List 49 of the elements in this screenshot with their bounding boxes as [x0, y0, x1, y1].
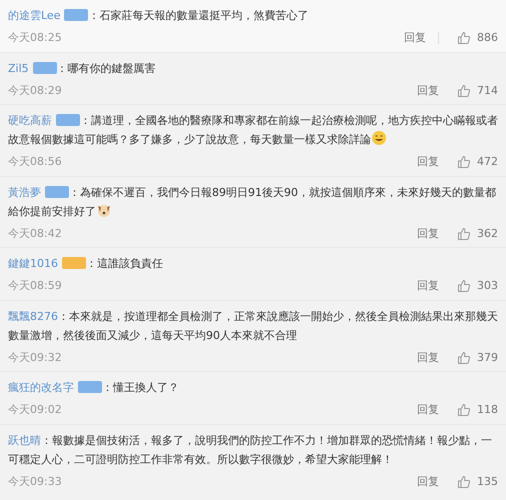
comment-text: 瘋狂的改名字 ：懂王換人了？: [8, 380, 180, 396]
user-name[interactable]: 瘋狂的改名字: [8, 381, 74, 394]
thumbs-up-icon: [457, 155, 471, 170]
comment-text: 的途雲Lee ：石家莊每天報的數量還挺平均，煞費苦心了: [8, 8, 310, 24]
timestamp: 今天09:32: [8, 350, 62, 366]
user-name[interactable]: 跃也晴: [8, 434, 41, 446]
comment-text: 硬吃高薪 ：講道理，全國各地的醫療隊和專家都在前線一起治療檢測呢，地方疾控中心瞞報或者故意報個數據這可能嗎？多了嫌多，少了說故意，每天數量一樣又求除詳論: [8, 113, 498, 148]
user-name[interactable]: 飄飄8276: [8, 310, 58, 322]
like-count: 886: [477, 30, 498, 46]
like-count: 118: [477, 402, 498, 418]
thumbs-up-icon: [457, 84, 471, 98]
like-count: 135: [477, 474, 498, 490]
comment-text: Zil5 ：哪有你的鍵盤厲害: [8, 60, 157, 76]
like-count: 362: [477, 226, 498, 242]
reply-link[interactable]: 回复: [417, 278, 439, 294]
reply-link[interactable]: 回复: [404, 30, 426, 46]
comment-text: 跃也晴：報數據是個技術活，報多了，說明我們的防控工作不力！增加群眾的恐慌情緒！報少點，一可穩定人心，二可證明防控工作非常有效。所以數字很微妙，希望大家能理解！: [8, 432, 493, 468]
thumbs-up-icon: [457, 474, 471, 489]
like-count: 472: [477, 154, 498, 170]
like-count: 303: [477, 278, 498, 294]
user-name[interactable]: Zil5: [8, 62, 29, 74]
grinning-emoji-icon: [371, 130, 387, 146]
timestamp: 今天08:59: [8, 278, 62, 294]
reply-link[interactable]: 回复: [417, 154, 439, 170]
user-name[interactable]: 硬吃高薪: [8, 114, 52, 127]
user-name[interactable]: 黃浩夢: [8, 186, 41, 198]
like-count: 714: [477, 82, 498, 98]
timestamp: 今天09:02: [8, 402, 62, 418]
thumbs-up-icon: [457, 350, 471, 365]
user-name[interactable]: 的途雲Lee: [8, 9, 60, 22]
timestamp: 今天08:25: [8, 30, 62, 46]
reply-link[interactable]: 回复: [417, 402, 439, 418]
timestamp: 今天09:33: [8, 474, 62, 490]
timestamp: 今天08:42: [8, 226, 62, 242]
reply-link[interactable]: 回复: [417, 226, 439, 242]
comment-text: 鍵鍵1016 ：這誰該負責任: [8, 256, 164, 272]
reply-link[interactable]: 回复: [417, 82, 439, 99]
comment-text: 黃浩夢 ：為確保不遲百，我們今日報89明日91後天90，就按這個順序來，未來好幾天的數量都給你提前安排好了: [8, 184, 497, 220]
timestamp: 今天08:56: [8, 154, 62, 170]
reply-link[interactable]: 回复: [417, 350, 439, 366]
like-count: 379: [477, 350, 498, 366]
user-name[interactable]: 鍵鍵1016: [8, 257, 58, 270]
thumbs-up-icon: [457, 31, 471, 46]
thumbs-up-icon: [457, 226, 471, 241]
reply-link[interactable]: 回复: [417, 474, 439, 490]
timestamp: 今天08:29: [8, 82, 62, 98]
thumbs-up-icon: [457, 279, 471, 294]
thumbs-up-icon: [457, 403, 471, 418]
comment-text: 飄飄8276：本來就是，按道理都全員檢測了，正常來說應該一開始少，然後全員檢測結果出來那幾天數量激增，然後後面又減少，這每天平均90人本來就不合理: [8, 308, 498, 344]
